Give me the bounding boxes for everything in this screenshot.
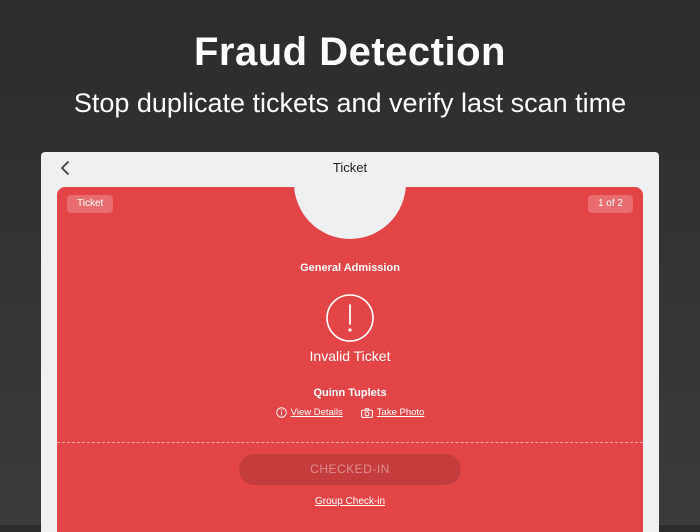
checked-in-button[interactable]: CHECKED-IN — [239, 454, 461, 485]
group-checkin-link[interactable]: Group Check-in — [57, 496, 643, 507]
camera-icon — [360, 407, 373, 418]
nav-title: Ticket — [332, 160, 368, 175]
exclamation-circle-icon — [326, 294, 374, 342]
admission-type: General Admission — [300, 262, 400, 274]
view-details-label: View Details — [290, 407, 343, 418]
take-photo-link[interactable]: Take Photo — [360, 407, 425, 418]
ticket-notch — [294, 187, 406, 239]
promo-headline: Fraud Detection — [194, 30, 506, 74]
ticket-count-badge: 1 of 2 — [587, 195, 633, 213]
ticket-actions: View Details Take Photo — [57, 407, 643, 418]
device-screen: Ticket Ticket 1 of 2 General Admission I… — [41, 152, 659, 532]
ticket-type-badge: Ticket — [67, 195, 114, 213]
ticket-status: Invalid Ticket — [309, 348, 391, 364]
ticket-card: Ticket 1 of 2 General Admission Invalid … — [57, 187, 643, 532]
info-icon — [275, 407, 287, 418]
promo-subheadline: Stop duplicate tickets and verify last s… — [73, 88, 627, 118]
ticket-perforation-divider — [57, 442, 643, 443]
take-photo-label: Take Photo — [376, 407, 425, 418]
navigation-bar: Ticket — [41, 152, 659, 186]
view-details-link[interactable]: View Details — [275, 407, 343, 418]
ticket-holder-name: Quinn Tuplets — [313, 387, 387, 399]
